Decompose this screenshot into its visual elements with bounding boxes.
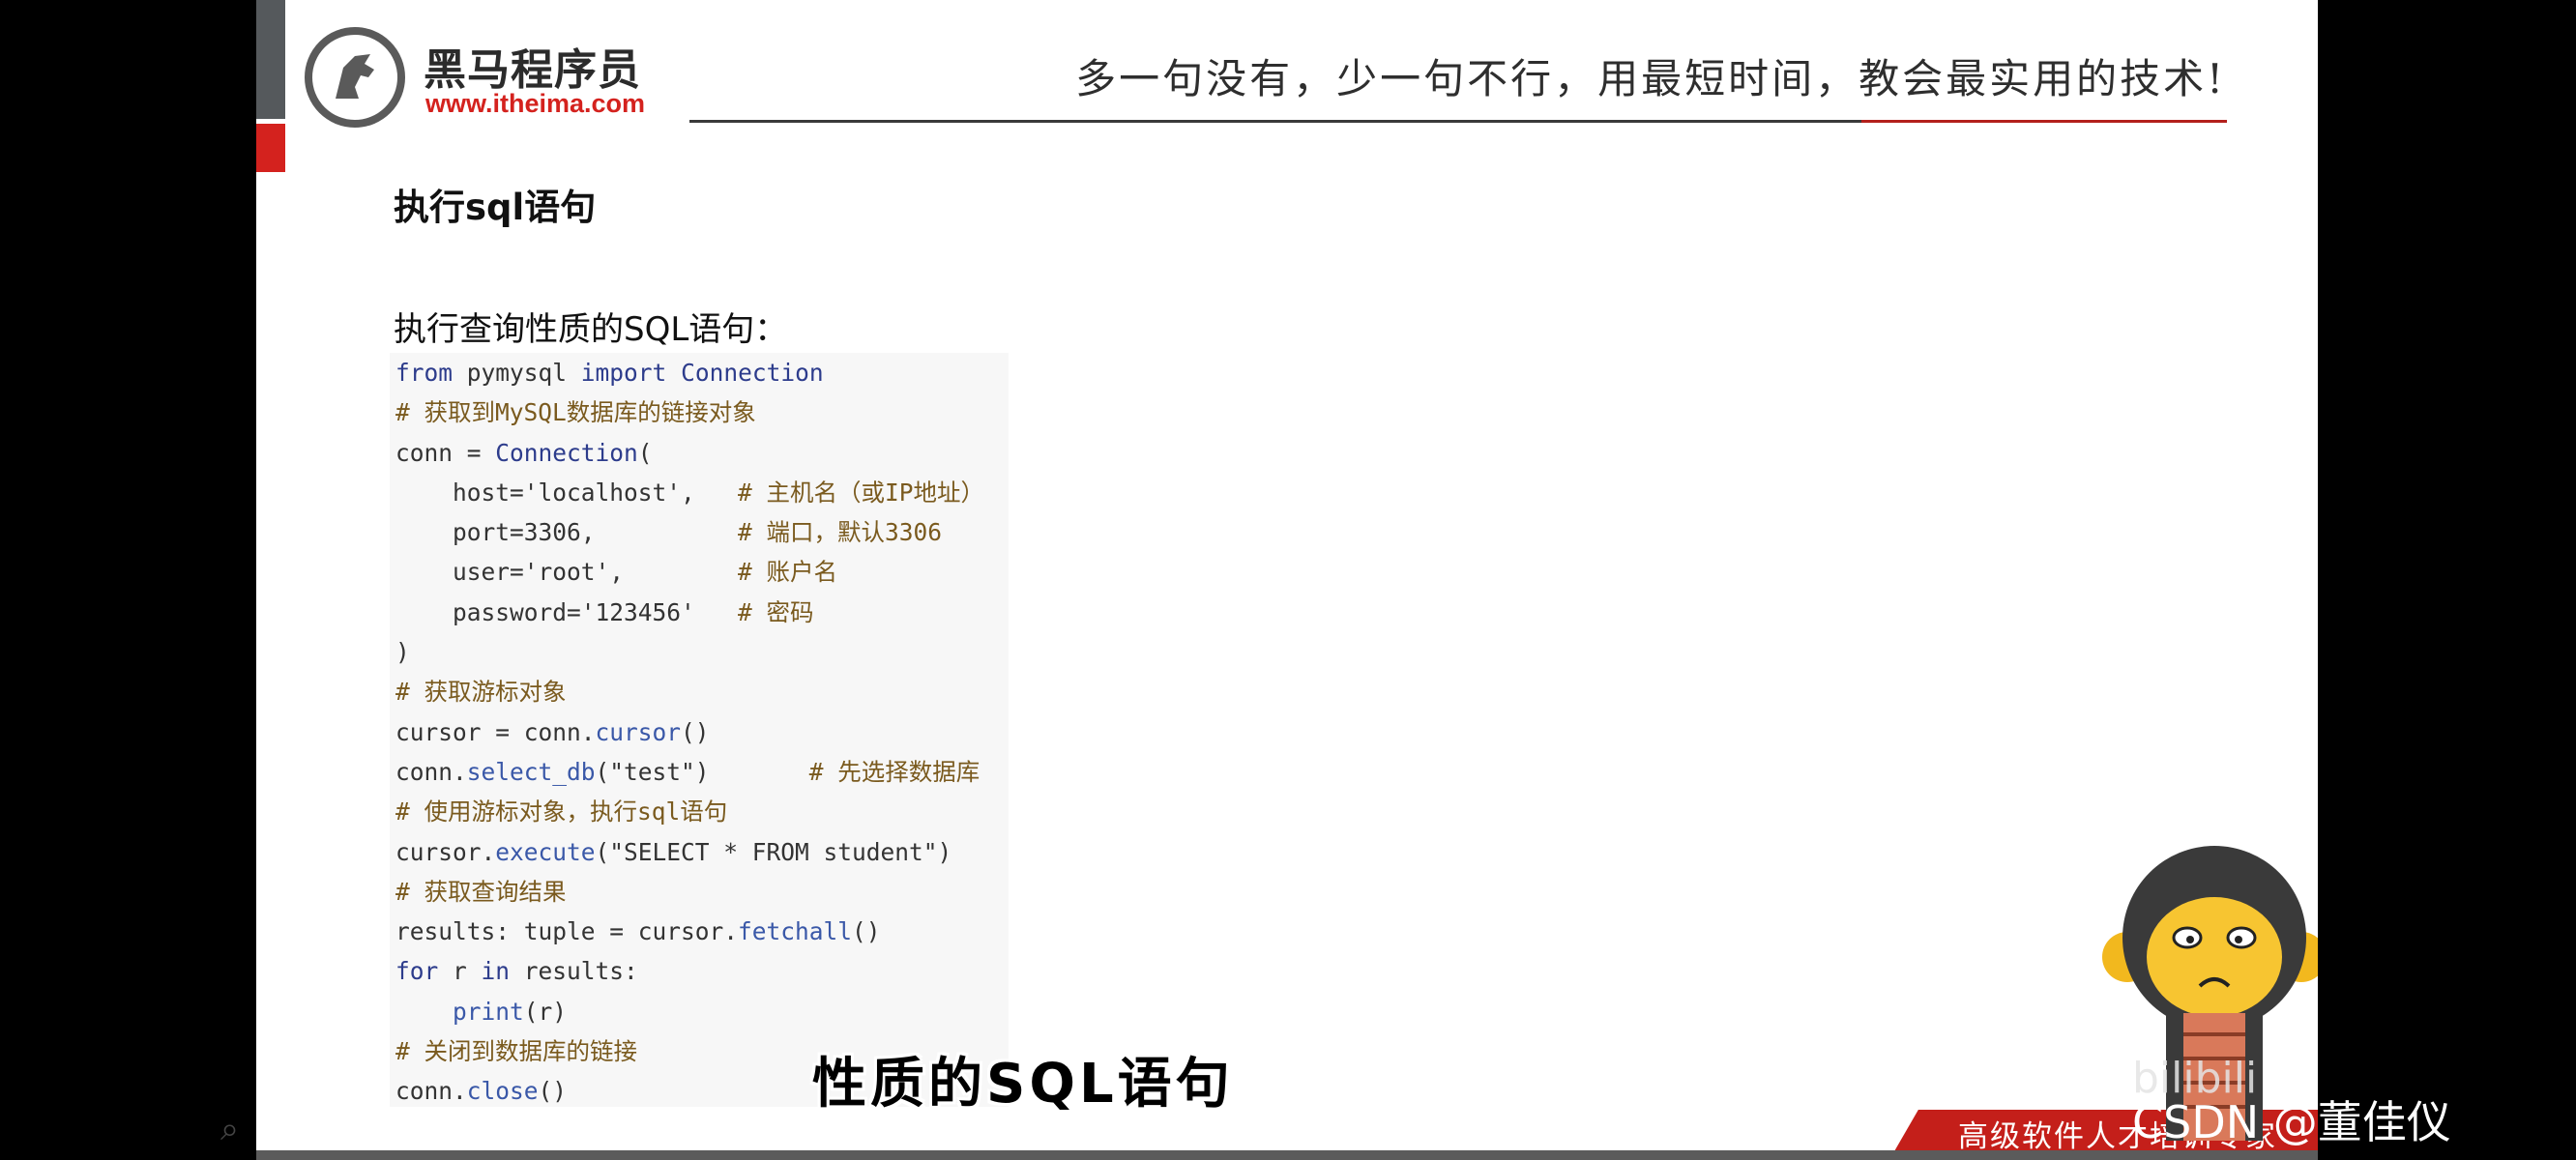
code-token: (r) xyxy=(523,997,568,1026)
horse-head-icon xyxy=(336,54,374,99)
code-lines: from pymysql import Connection # 获取到MySQL… xyxy=(395,353,984,1112)
code-token: Connection xyxy=(495,438,638,467)
code-line: port=3306, # 端口，默认3306 xyxy=(395,512,984,552)
code-line: print(r) xyxy=(395,992,984,1031)
code-token: conn. xyxy=(395,757,467,786)
code-token: conn = xyxy=(395,438,496,467)
logo-url: www.itheima.com xyxy=(425,89,646,118)
itheima-logo: 黑马程序员 www.itheima.com xyxy=(305,27,691,133)
header-divider-accent xyxy=(1861,120,2227,123)
code-line: cursor.execute("SELECT * FROM student") xyxy=(395,832,984,872)
code-line: cursor = conn.cursor() xyxy=(395,712,984,752)
code-token: () xyxy=(852,917,881,946)
code-token: # 获取到MySQL数据库的链接对象 xyxy=(395,398,756,427)
code-token: # 关闭到数据库的链接 xyxy=(395,1037,637,1066)
code-line: results: tuple = cursor.fetchall() xyxy=(395,912,984,951)
left-red-marker xyxy=(256,124,285,172)
code-token: r xyxy=(438,957,482,986)
code-line: user='root', # 账户名 xyxy=(395,552,984,592)
code-token: ) xyxy=(395,638,410,667)
code-token: select_db xyxy=(466,757,596,786)
code-line: from pymysql import Connection xyxy=(395,353,984,392)
code-token: Connection xyxy=(681,359,824,387)
code-line: for r in results: xyxy=(395,951,984,991)
code-token: execute xyxy=(495,837,596,866)
code-token: for xyxy=(395,957,439,986)
left-gray-strip xyxy=(256,0,285,119)
code-token: user='root', xyxy=(395,558,739,587)
search-icon: ⌕ xyxy=(220,1110,240,1148)
code-token: # 获取游标对象 xyxy=(395,678,567,707)
code-line: # 使用游标对象，执行sql语句 xyxy=(395,792,984,831)
code-token: # 先选择数据库 xyxy=(808,757,981,786)
code-line: conn.select_db("test") # 先选择数据库 xyxy=(395,752,984,792)
code-token: import xyxy=(580,359,667,387)
code-token: close xyxy=(466,1077,539,1106)
slogan: 多一句没有，少一句不行，用最短时间，教会最实用的技术! xyxy=(1075,55,2226,102)
code-token: cursor. xyxy=(395,837,496,866)
code-token: ("test") xyxy=(595,757,809,786)
code-token: conn. xyxy=(395,1077,467,1106)
code-line: ) xyxy=(395,632,984,672)
code-token: print xyxy=(453,997,524,1026)
code-token: # 主机名（或IP地址） xyxy=(738,478,985,507)
csdn-watermark: CSDN @董佳仪 xyxy=(2132,1096,2451,1148)
code-token: password='123456' xyxy=(395,597,739,626)
code-token: port=3306, xyxy=(395,518,739,547)
section-title: 执行sql语句 xyxy=(394,187,597,228)
code-line: conn = Connection( xyxy=(395,433,984,473)
logo-brand-name: 黑马程序员 xyxy=(424,45,641,95)
code-token: results: tuple = cursor. xyxy=(395,917,739,946)
slide: 黑马程序员 www.itheima.com 多一句没有，少一句不行，用最短时间，… xyxy=(256,0,2318,1150)
code-token: results: xyxy=(510,957,638,986)
code-token: # 账户名 xyxy=(738,558,838,587)
code-token: fetchall xyxy=(738,917,853,946)
code-token: pymysql xyxy=(453,359,581,387)
code-token: # 使用游标对象，执行sql语句 xyxy=(395,798,728,826)
video-subtitle: 性质的SQL语句 xyxy=(812,1053,1234,1116)
code-token: from xyxy=(395,359,454,387)
code-token: cursor = conn. xyxy=(395,717,596,746)
code-line: password='123456' # 密码 xyxy=(395,593,984,632)
code-line: # 获取到MySQL数据库的链接对象 xyxy=(395,392,984,432)
code-line: # 获取查询结果 xyxy=(395,872,984,912)
code-token: ( xyxy=(637,438,653,467)
code-token: cursor xyxy=(595,717,682,746)
code-token: # 端口，默认3306 xyxy=(738,518,943,547)
code-token: ("SELECT * FROM student") xyxy=(595,837,952,866)
code-token: () xyxy=(538,1077,568,1106)
code-token: # 获取查询结果 xyxy=(395,877,567,906)
code-token: () xyxy=(681,717,710,746)
code-line: host='localhost', # 主机名（或IP地址） xyxy=(395,473,984,512)
code-line: # 获取游标对象 xyxy=(395,672,984,711)
slide-bottom-bar xyxy=(256,1150,2318,1160)
code-token: # 密码 xyxy=(738,597,814,626)
code-token: in xyxy=(481,957,511,986)
code-block: from pymysql import Connection # 获取到MySQL… xyxy=(390,353,1009,1107)
subtitle: 执行查询性质的SQL语句： xyxy=(394,310,788,349)
code-token: host='localhost', xyxy=(395,478,739,507)
